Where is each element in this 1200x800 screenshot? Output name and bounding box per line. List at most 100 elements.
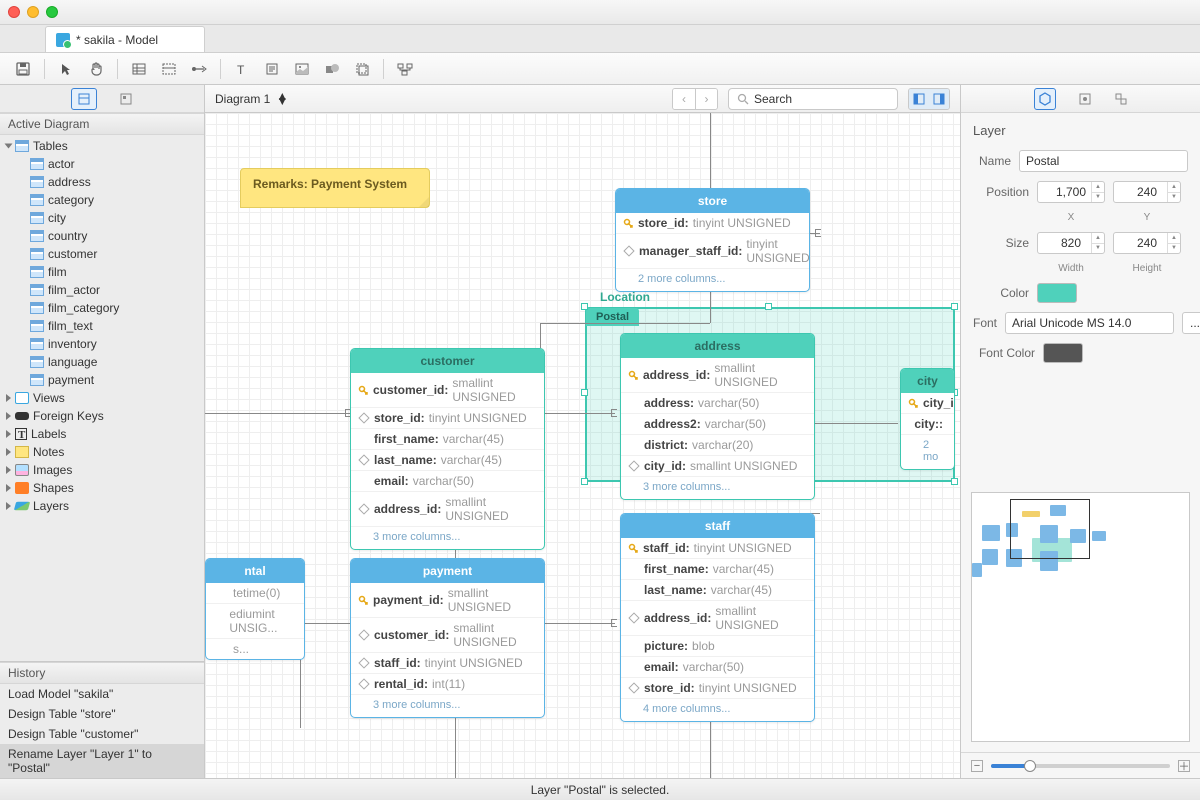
selection-handle[interactable] xyxy=(951,478,958,485)
history-item[interactable]: Load Model "sakila" xyxy=(0,684,204,704)
hand-tool-button[interactable] xyxy=(83,56,109,82)
entity-payment[interactable]: paymentpayment_id: smallint UNSIGNEDcust… xyxy=(350,558,545,718)
split-view-left-button[interactable] xyxy=(909,89,929,109)
zoom-slider[interactable] xyxy=(991,764,1170,768)
group-labels[interactable]: TLabels xyxy=(0,425,204,443)
minimap[interactable] xyxy=(971,492,1190,742)
diagram-tree-tab[interactable] xyxy=(119,92,133,106)
image-tool-button[interactable] xyxy=(289,56,315,82)
group-views[interactable]: Views xyxy=(0,389,204,407)
group-notes[interactable]: Notes xyxy=(0,443,204,461)
table-icon xyxy=(30,266,44,278)
table-item-customer[interactable]: customer xyxy=(0,245,204,263)
entity-address[interactable]: addressaddress_id: smallint UNSIGNEDaddr… xyxy=(620,333,815,500)
diagram-selector[interactable]: Diagram 1 ▲▼ xyxy=(215,92,288,106)
size-label: Size xyxy=(973,236,1029,250)
model-tree[interactable]: Tables actoraddresscategorycitycountrycu… xyxy=(0,135,204,661)
shapes-icon xyxy=(15,482,29,494)
save-button[interactable] xyxy=(10,56,36,82)
position-x-stepper[interactable]: ▲▼ xyxy=(1037,181,1105,203)
table-item-category[interactable]: category xyxy=(0,191,204,209)
status-bar: Layer "Postal" is selected. xyxy=(0,778,1200,800)
close-window-button[interactable] xyxy=(8,6,20,18)
diagram-canvas[interactable]: Remarks: Payment SystemLocationPostalsto… xyxy=(205,113,960,778)
split-view-right-button[interactable] xyxy=(929,89,949,109)
table-item-film_category[interactable]: film_category xyxy=(0,299,204,317)
table-item-city[interactable]: city xyxy=(0,209,204,227)
more-columns[interactable]: 2 mo xyxy=(901,435,954,469)
group-shapes[interactable]: Shapes xyxy=(0,479,204,497)
group-layers[interactable]: Layers xyxy=(0,497,204,515)
autolayout-button[interactable] xyxy=(392,56,418,82)
position-label: Position xyxy=(973,185,1029,199)
entity-staff[interactable]: staffstaff_id: tinyint UNSIGNEDfirst_nam… xyxy=(620,513,815,722)
minimize-window-button[interactable] xyxy=(27,6,39,18)
label-tool-button[interactable]: T xyxy=(229,56,255,82)
table-item-language[interactable]: language xyxy=(0,353,204,371)
selection-handle[interactable] xyxy=(581,478,588,485)
table-icon xyxy=(30,320,44,332)
font-input[interactable] xyxy=(1005,312,1174,334)
table-item-inventory[interactable]: inventory xyxy=(0,335,204,353)
layer-tool-button[interactable] xyxy=(349,56,375,82)
model-tree-tab[interactable] xyxy=(71,88,97,110)
font-picker-button[interactable]: ... xyxy=(1182,312,1200,334)
group-images[interactable]: Images xyxy=(0,461,204,479)
selection-handle[interactable] xyxy=(581,389,588,396)
table-item-address[interactable]: address xyxy=(0,173,204,191)
view-tool-button[interactable] xyxy=(156,56,182,82)
more-columns[interactable]: 2 more columns... xyxy=(616,269,809,291)
selection-handle[interactable] xyxy=(951,303,958,310)
entity-store[interactable]: storestore_id: tinyint UNSIGNEDmanager_s… xyxy=(615,188,810,292)
fontcolor-swatch[interactable] xyxy=(1043,343,1083,363)
zoom-in-button[interactable]: ＋ xyxy=(1178,760,1190,772)
zoom-out-button[interactable]: − xyxy=(971,760,983,772)
table-item-film[interactable]: film xyxy=(0,263,204,281)
properties-tab[interactable] xyxy=(1034,88,1056,110)
table-item-film_actor[interactable]: film_actor xyxy=(0,281,204,299)
model-file-icon xyxy=(56,33,70,47)
remark-note[interactable]: Remarks: Payment System xyxy=(240,168,430,208)
name-input[interactable] xyxy=(1019,150,1188,172)
more-columns[interactable]: 3 more columns... xyxy=(351,695,544,717)
table-item-payment[interactable]: payment xyxy=(0,371,204,389)
window-titlebar xyxy=(0,0,1200,25)
nav-forward-button[interactable]: › xyxy=(695,89,717,109)
position-y-stepper[interactable]: ▲▼ xyxy=(1113,181,1181,203)
table-item-country[interactable]: country xyxy=(0,227,204,245)
tables-group[interactable]: Tables xyxy=(0,137,204,155)
pointer-tool-button[interactable] xyxy=(53,56,79,82)
selection-handle[interactable] xyxy=(581,303,588,310)
entity-customer[interactable]: customercustomer_id: smallint UNSIGNEDst… xyxy=(350,348,545,550)
history-item[interactable]: Rename Layer "Layer 1" to "Postal" xyxy=(0,744,204,778)
history-header: History xyxy=(0,662,204,684)
minimap-viewport[interactable] xyxy=(1010,499,1090,559)
table-item-film_text[interactable]: film_text xyxy=(0,317,204,335)
shape-tool-button[interactable] xyxy=(319,56,345,82)
zoom-window-button[interactable] xyxy=(46,6,58,18)
group-foreign-keys[interactable]: Foreign Keys xyxy=(0,407,204,425)
arrange-tab[interactable] xyxy=(1114,92,1128,106)
more-columns[interactable]: 4 more columns... xyxy=(621,699,814,721)
more-columns[interactable]: 3 more columns... xyxy=(621,477,814,499)
selection-handle[interactable] xyxy=(765,303,772,310)
table-icon xyxy=(30,194,44,206)
document-tab[interactable]: * sakila - Model xyxy=(45,26,205,52)
images-icon xyxy=(15,464,29,476)
foreignkey-tool-button[interactable] xyxy=(186,56,212,82)
history-item[interactable]: Design Table "customer" xyxy=(0,724,204,744)
table-item-actor[interactable]: actor xyxy=(0,155,204,173)
style-tab[interactable] xyxy=(1078,92,1092,106)
search-field[interactable]: Search xyxy=(728,88,898,110)
entity-rental[interactable]: ntal tetime(0) ediumint UNSIG... s... xyxy=(205,558,305,660)
history-item[interactable]: Design Table "store" xyxy=(0,704,204,724)
nav-back-button[interactable]: ‹ xyxy=(673,89,695,109)
group-label: Location xyxy=(600,290,650,304)
size-h-stepper[interactable]: ▲▼ xyxy=(1113,232,1181,254)
entity-city[interactable]: citycity_id: city:: 2 mo xyxy=(900,368,955,470)
color-swatch[interactable] xyxy=(1037,283,1077,303)
table-tool-button[interactable] xyxy=(126,56,152,82)
size-w-stepper[interactable]: ▲▼ xyxy=(1037,232,1105,254)
note-tool-button[interactable] xyxy=(259,56,285,82)
more-columns[interactable]: 3 more columns... xyxy=(351,527,544,549)
